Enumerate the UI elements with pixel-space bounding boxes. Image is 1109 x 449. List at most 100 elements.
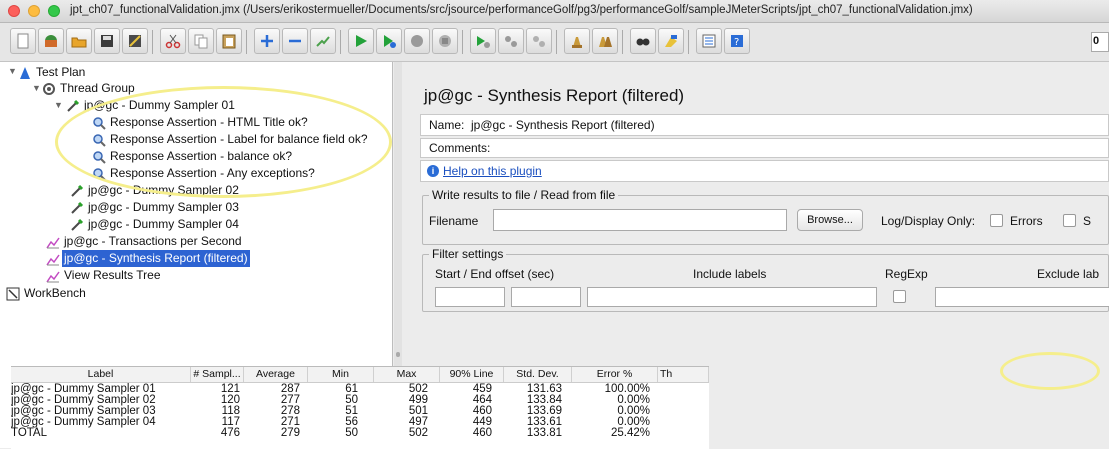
toolbar-separator — [462, 30, 463, 54]
col-average[interactable]: Average — [244, 367, 308, 382]
write-results-legend: Write results to file / Read from file — [429, 188, 619, 202]
toolbar-separator — [622, 30, 623, 54]
toolbar-separator — [340, 30, 341, 54]
filename-input[interactable] — [493, 209, 787, 231]
regexp-label: RegExp — [885, 267, 928, 281]
name-label: Name: — [429, 118, 465, 132]
remote-start-icon[interactable] — [470, 28, 496, 54]
col-throughput[interactable]: Th — [658, 367, 709, 382]
remote-exit-icon[interactable] — [526, 28, 552, 54]
save-icon[interactable] — [94, 28, 120, 54]
toolbar-separator — [246, 30, 247, 54]
end-offset-input[interactable] — [511, 287, 581, 307]
collapse-all-icon[interactable] — [282, 28, 308, 54]
paste-icon[interactable] — [216, 28, 242, 54]
minimize-window-button[interactable] — [28, 5, 40, 17]
save-as-icon[interactable] — [122, 28, 148, 54]
col-error-pct[interactable]: Error % — [572, 367, 658, 382]
magnifier-icon — [93, 151, 106, 164]
pipette-icon — [71, 201, 84, 214]
remote-stop-icon[interactable] — [498, 28, 524, 54]
workbench-icon — [6, 287, 20, 301]
clear-all-icon[interactable] — [592, 28, 618, 54]
comments-label: Comments: — [429, 141, 491, 155]
filter-settings-legend: Filter settings — [429, 247, 507, 261]
cell-line-90: 460 — [472, 427, 492, 439]
help-link[interactable]: Help on this plugin — [443, 164, 542, 178]
start-icon[interactable] — [348, 28, 374, 54]
toolbar-separator — [152, 30, 153, 54]
cell-samples: 476 — [220, 427, 240, 439]
col-90-line[interactable]: 90% Line — [440, 367, 504, 382]
table-row[interactable]: jp@gc - Dummy Sampler 04 117 271 56 497 449 13… — [11, 416, 709, 428]
pipette-icon — [67, 99, 80, 112]
window-title: jpt_ch07_functionalValidation.jmx (/User… — [70, 4, 973, 16]
graph-icon — [46, 237, 60, 249]
include-labels-label: Include labels — [693, 267, 767, 281]
splitter-handle[interactable] — [396, 352, 400, 357]
col-min[interactable]: Min — [308, 367, 374, 382]
browse-button[interactable]: Browse... — [797, 209, 863, 231]
start-no-pauses-icon[interactable] — [376, 28, 402, 54]
gear-icon — [43, 83, 55, 95]
name-row: Name: jp@gc - Synthesis Report (filtered… — [420, 114, 1109, 136]
help-row: i Help on this plugin — [420, 160, 1109, 182]
search-icon[interactable] — [630, 28, 656, 54]
open-icon[interactable] — [66, 28, 92, 54]
cell-max: 502 — [408, 427, 428, 439]
expand-caret-icon[interactable]: ▼ — [54, 100, 63, 110]
cell-error-pct: 25.42% — [610, 427, 650, 439]
stop-icon[interactable] — [404, 28, 430, 54]
table-row-total[interactable]: TOTAL 476 279 50 502 460 133.81 25.42% — [11, 427, 709, 439]
filter-settings-fieldset: Filter settings Start / End offset (sec)… — [422, 247, 1109, 312]
toggle-icon[interactable] — [310, 28, 336, 54]
exclude-labels-label: Exclude lab — [1037, 267, 1100, 281]
shutdown-icon[interactable] — [432, 28, 458, 54]
expand-caret-icon[interactable]: ▼ — [8, 66, 17, 76]
pipette-icon — [71, 184, 84, 197]
cut-icon[interactable] — [160, 28, 186, 54]
col-max[interactable]: Max — [374, 367, 440, 382]
pipette-icon — [71, 218, 84, 231]
test-plan-icon — [20, 67, 30, 79]
successes-checkbox[interactable] — [1063, 214, 1076, 227]
magnifier-icon — [93, 117, 106, 130]
graph-icon — [46, 271, 60, 283]
templates-icon[interactable] — [38, 28, 64, 54]
close-window-button[interactable] — [8, 5, 20, 17]
filename-label: Filename — [429, 214, 479, 228]
errors-label: Errors — [1010, 214, 1043, 228]
col-std-dev[interactable]: Std. Dev. — [504, 367, 572, 382]
col-samples[interactable]: # Sampl... — [191, 367, 244, 382]
reset-search-icon[interactable] — [658, 28, 684, 54]
table-header: Label # Sampl... Average Min Max 90% Lin… — [11, 367, 709, 383]
page-title: jp@gc - Synthesis Report (filtered) — [424, 86, 685, 105]
errors-checkbox[interactable] — [990, 214, 1003, 227]
write-results-fieldset: Write results to file / Read from file F… — [422, 188, 1109, 245]
svg-text:?: ? — [734, 37, 739, 48]
include-labels-input[interactable] — [587, 287, 877, 307]
new-icon[interactable] — [10, 28, 36, 54]
col-label[interactable]: Label — [11, 367, 191, 382]
results-table[interactable]: Label # Sampl... Average Min Max 90% Lin… — [11, 366, 709, 449]
regexp-checkbox[interactable] — [893, 290, 906, 303]
exclude-labels-input[interactable] — [935, 287, 1109, 307]
window-title-bar: jpt_ch07_functionalValidation.jmx (/User… — [0, 0, 1109, 23]
help-icon[interactable]: ? — [724, 28, 750, 54]
zoom-window-button[interactable] — [48, 5, 60, 17]
copy-icon[interactable] — [188, 28, 214, 54]
toolbar: ? 0 — [0, 23, 1109, 62]
log-display-label: Log/Display Only: — [881, 214, 976, 228]
active-threads-counter: 0 — [1091, 32, 1109, 52]
cell-label: TOTAL — [11, 427, 47, 439]
info-icon: i — [427, 165, 439, 177]
name-field[interactable]: jp@gc - Synthesis Report (filtered) — [471, 118, 655, 132]
function-helper-icon[interactable] — [696, 28, 722, 54]
graph-icon — [46, 254, 60, 266]
expand-all-icon[interactable] — [254, 28, 280, 54]
successes-label: S — [1083, 214, 1092, 228]
clear-icon[interactable] — [564, 28, 590, 54]
start-offset-input[interactable] — [435, 287, 505, 307]
expand-caret-icon[interactable]: ▼ — [32, 83, 41, 93]
offset-label: Start / End offset (sec) — [435, 267, 555, 281]
